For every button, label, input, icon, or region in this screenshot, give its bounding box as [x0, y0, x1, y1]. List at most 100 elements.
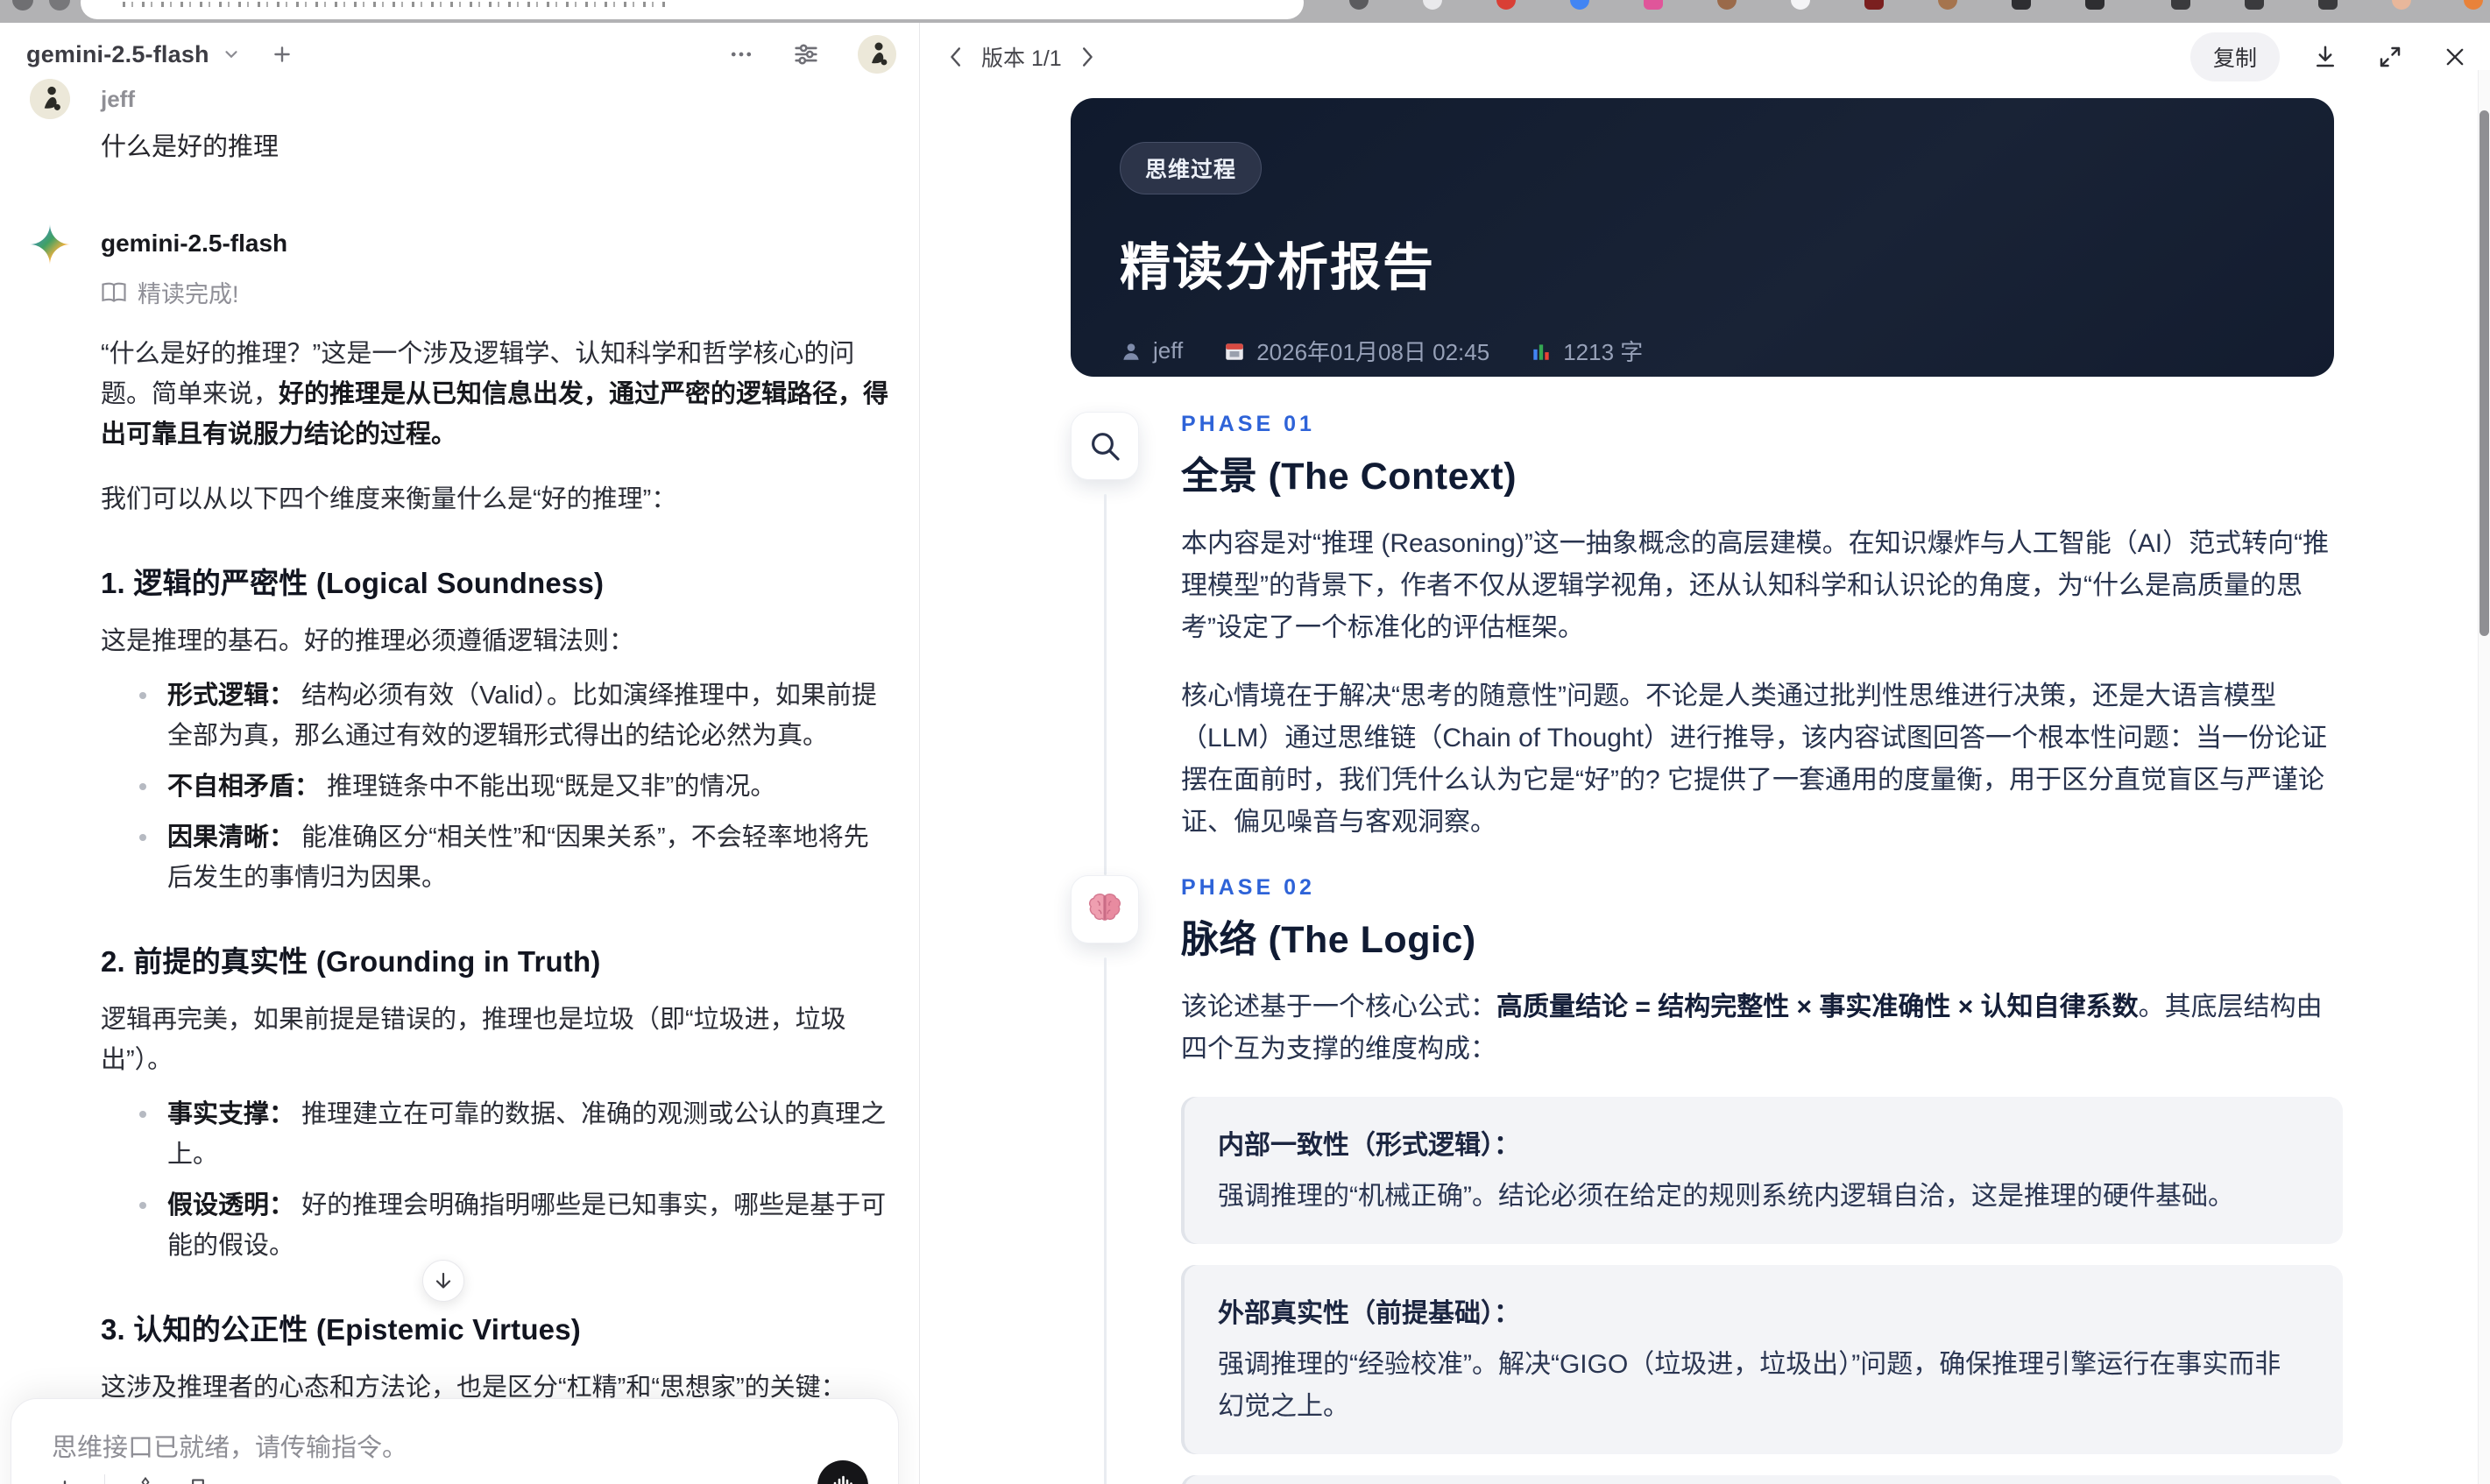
- phase-label: PHASE 01: [1181, 412, 1315, 436]
- download-icon[interactable]: [2306, 38, 2345, 76]
- browser-profile-avatar[interactable]: [2392, 0, 2411, 10]
- chevron-down-icon[interactable]: [222, 45, 241, 64]
- dimension-card: 外部真实性（前提基础）： 强调推理的“经验校准”。解决“GIGO（垃圾进，垃圾出…: [1181, 1265, 2343, 1454]
- bookmark-icon[interactable]: [186, 1476, 210, 1484]
- version-next-icon[interactable]: [1079, 46, 1097, 67]
- phase-label: PHASE 02: [1181, 875, 1315, 900]
- status-text: 精读完成!: [138, 281, 239, 307]
- artifact-panel: 版本 1/1 复制 思维过程 精读分析报告 jeff 2026年01月08日 0…: [920, 23, 2490, 1484]
- phase-paragraph: 本内容是对“推理 (Reasoning)”这一抽象概念的高层建模。在知识爆炸与人…: [1181, 529, 2330, 642]
- chat-panel: gemini-2.5-flash jeff 什么是好的推理 gemini-2.5…: [0, 23, 919, 1484]
- user-name: jeff: [101, 86, 135, 112]
- extension-icon[interactable]: [1644, 0, 1663, 10]
- extension-icon[interactable]: [1717, 0, 1737, 10]
- voice-input-button[interactable]: [817, 1460, 868, 1484]
- phase-title: 全景 (The Context): [1181, 456, 1517, 498]
- dimensions-lead: 我们可以从以下四个维度来衡量什么是“好的推理”：: [101, 485, 677, 513]
- phase-section: PHASE 02 脉络 (The Logic) 该论述基于一个核心公式：高质量结…: [1071, 875, 2343, 1484]
- copy-button[interactable]: 复制: [2189, 32, 2280, 81]
- app-window: gemini-2.5-flash jeff 什么是好的推理 gemini-2.5…: [0, 23, 2490, 1484]
- scroll-to-bottom-button[interactable]: [422, 1260, 464, 1302]
- browser-extensions-icon[interactable]: [2085, 0, 2104, 10]
- expand-fullscreen-icon[interactable]: [2371, 38, 2409, 76]
- phase2-icon-card: [1071, 875, 1139, 943]
- phase-lead: 该论述基于一个核心公式：高质量结论 = 结构完整性 × 事实准确性 × 认知自律…: [1181, 993, 2323, 1064]
- message-composer: 思维接口已就绪，请传输指令。: [11, 1398, 899, 1484]
- artifact-content: 思维过程 精读分析报告 jeff 2026年01月08日 02:45 1213 …: [920, 93, 2478, 1484]
- phase-section: PHASE 01 全景 (The Context) 本内容是对“推理 (Reas…: [1071, 412, 2343, 875]
- browser-apps-grid-icon[interactable]: [49, 0, 70, 11]
- artifact-toolbar: 版本 1/1 复制: [946, 32, 2474, 81]
- bullet-list: 事实支撑： 推理建立在可靠的数据、准确的观测或公认的真理之上。 假设透明： 好的…: [101, 1094, 894, 1266]
- magnifier-icon: [1092, 433, 1120, 461]
- report-meta: jeff 2026年01月08日 02:45 1213 字: [1120, 335, 2285, 367]
- datetime-meta: 2026年01月08日 02:45: [1223, 335, 1489, 367]
- card-body: 强调推理的“机械正确”。结论必须在给定的规则系统内逻辑自洽，这是推理的硬件基础。: [1218, 1182, 2234, 1211]
- version-prev-icon[interactable]: [946, 46, 964, 67]
- browser-toolbar: [0, 0, 2490, 23]
- timeline-connector: [1103, 494, 1107, 875]
- browser-pin-icon[interactable]: [2012, 0, 2031, 10]
- extension-icon[interactable]: [1349, 0, 1369, 10]
- phase1-icon-card: [1071, 412, 1139, 480]
- toolbar-separator: [104, 1474, 105, 1484]
- phase-title: 脉络 (The Logic): [1181, 919, 1476, 961]
- user-avatar[interactable]: [858, 35, 896, 74]
- new-chat-button[interactable]: [271, 43, 294, 66]
- extension-icon[interactable]: [1938, 0, 1957, 10]
- extension-icon[interactable]: [1570, 0, 1589, 10]
- more-options-icon[interactable]: [728, 41, 754, 67]
- browser-reload-icon[interactable]: [12, 0, 33, 11]
- assistant-intro: “什么是好的推理？”这是一个涉及逻辑学、认知科学和哲学核心的问题。简单来说，好的…: [101, 340, 889, 449]
- scrollbar-thumb[interactable]: [2479, 110, 2489, 636]
- author-meta: jeff: [1120, 337, 1183, 364]
- chat-header: gemini-2.5-flash: [26, 32, 896, 77]
- settings-sliders-icon[interactable]: [791, 39, 821, 69]
- model-tools-icon[interactable]: [131, 1475, 159, 1484]
- card-body: 强调推理的“经验校准”。解决“GIGO（垃圾进，垃圾出）”问题，确保推理引擎运行…: [1218, 1350, 2281, 1421]
- extension-icon[interactable]: [1864, 0, 1884, 10]
- dimension-card: 主体伦理（认识美德）： 转向推理者的心理特征。引入奥卡姆剃刀和反向论证，旨在克服…: [1181, 1475, 2343, 1484]
- list-item: 形式逻辑： 结构必须有效（Valid）。比如演绎推理中，如果前提全部为真，那么通…: [139, 675, 894, 756]
- list-item: 因果清晰： 能准确区分“相关性”和“因果关系”，不会轻率地将先后发生的事情归为因…: [139, 817, 894, 898]
- section-lead: 这是推理的基石。好的推理必须遵循逻辑法则：: [101, 627, 635, 655]
- extension-icon[interactable]: [1496, 0, 1516, 10]
- bar-chart-icon: [1533, 343, 1549, 360]
- model-selector[interactable]: gemini-2.5-flash: [26, 41, 209, 68]
- message-input[interactable]: 思维接口已就绪，请传输指令。: [52, 1427, 793, 1464]
- extension-icon[interactable]: [1791, 0, 1810, 10]
- browser-address-bar[interactable]: [81, 0, 1304, 19]
- extension-icon[interactable]: [2464, 0, 2483, 10]
- section-heading: 3. 认知的公正性 (Epistemic Virtues): [101, 1313, 581, 1346]
- report-badge: 思维过程: [1120, 142, 1263, 194]
- bullet-list: 形式逻辑： 结构必须有效（Valid）。比如演绎推理中，如果前提全部为真，那么通…: [101, 675, 894, 898]
- section-lead: 逻辑再完美，如果前提是错误的，推理也是垃圾（即“垃圾进，垃圾出”）。: [101, 1006, 846, 1074]
- attach-plus-icon[interactable]: [52, 1476, 78, 1484]
- browser-tool-icon[interactable]: [2318, 0, 2338, 10]
- close-icon[interactable]: [2436, 38, 2474, 76]
- report-phases: PHASE 01 全景 (The Context) 本内容是对“推理 (Reas…: [1071, 412, 2343, 1484]
- list-item: 事实支撑： 推理建立在可靠的数据、准确的观测或公认的真理之上。: [139, 1094, 894, 1175]
- timeline-connector: [1103, 958, 1107, 1484]
- report-hero-card: 思维过程 精读分析报告 jeff 2026年01月08日 02:45 1213 …: [1071, 98, 2334, 377]
- dimension-card: 内部一致性（形式逻辑）： 强调推理的“机械正确”。结论必须在给定的规则系统内逻辑…: [1181, 1097, 2343, 1244]
- assistant-name: gemini-2.5-flash: [101, 230, 288, 257]
- user-avatar: [30, 79, 70, 119]
- scrollbar-track[interactable]: [2478, 70, 2490, 1484]
- brain-icon: [1089, 894, 1121, 921]
- arrow-down-icon: [435, 1272, 451, 1289]
- version-label: 版本 1/1: [981, 46, 1062, 71]
- card-title: 外部真实性（前提基础）：: [1218, 1299, 1520, 1328]
- section-heading: 2. 前提的真实性 (Grounding in Truth): [101, 945, 601, 978]
- waveform-icon: [833, 1475, 852, 1484]
- wordcount-meta: 1213 字: [1530, 335, 1643, 367]
- list-item: 不自相矛盾： 推理链条中不能出现“既是又非”的情况。: [139, 767, 894, 807]
- section-heading: 1. 逻辑的严密性 (Logical Soundness): [101, 567, 605, 599]
- gemini-logo-icon: [30, 224, 70, 265]
- assistant-message: gemini-2.5-flash 精读完成! “什么是好的推理？”这是一个涉及逻…: [30, 224, 894, 1484]
- calendar-icon: [1226, 343, 1243, 360]
- browser-tool-icon[interactable]: [2245, 0, 2264, 10]
- address-text-cropped: [123, 2, 666, 7]
- browser-tool-icon[interactable]: [2171, 0, 2190, 10]
- extension-icon[interactable]: [1423, 0, 1442, 10]
